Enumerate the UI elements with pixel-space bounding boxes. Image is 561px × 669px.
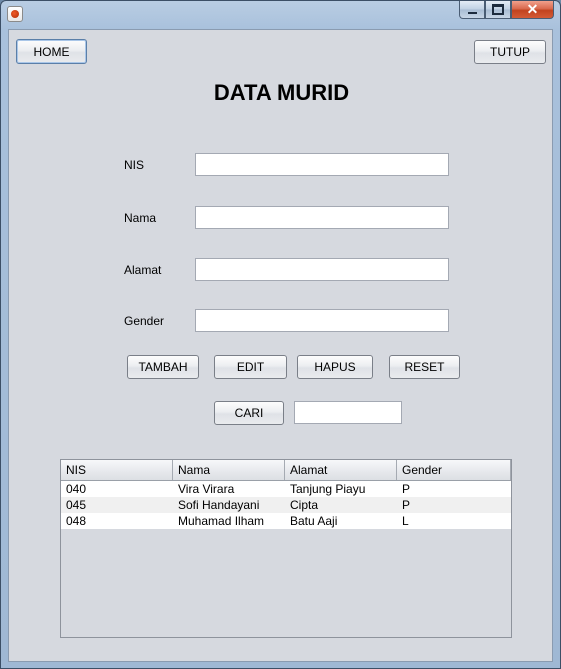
alamat-label: Alamat — [124, 263, 162, 277]
cell-gender: P — [402, 498, 411, 512]
table-body: 040 Vira Virara Tanjung Piayu P 045 Sofi… — [61, 481, 511, 529]
column-header-alamat[interactable]: Alamat — [285, 460, 397, 480]
delete-button[interactable]: HAPUS — [297, 355, 373, 379]
column-header-nis[interactable]: NIS — [61, 460, 173, 480]
cell-gender: P — [402, 482, 411, 496]
table-row[interactable]: 048 Muhamad Ilham Batu Aaji L — [61, 513, 511, 529]
cell-gender: L — [402, 514, 409, 528]
cell-nis: 048 — [66, 514, 87, 528]
title-bar[interactable]: ✕ — [1, 1, 560, 27]
nama-field[interactable] — [195, 206, 449, 229]
caption-buttons: ✕ — [459, 1, 554, 21]
app-window: ✕ HOME TUTUP DATA MURID NIS Nama Alamat … — [0, 0, 561, 669]
table-row[interactable]: 045 Sofi Handayani Cipta P — [61, 497, 511, 513]
nama-label: Nama — [124, 211, 157, 225]
maximize-icon — [492, 4, 504, 15]
cell-nis: 040 — [66, 482, 87, 496]
nis-field[interactable] — [195, 153, 449, 176]
reset-button[interactable]: RESET — [389, 355, 460, 379]
table-row[interactable]: 040 Vira Virara Tanjung Piayu P — [61, 481, 511, 497]
cell-nama: Vira Virara — [178, 482, 235, 496]
content-panel: HOME TUTUP DATA MURID NIS Nama Alamat Ge… — [8, 29, 553, 662]
cell-nama: Muhamad Ilham — [178, 514, 265, 528]
close-button[interactable]: ✕ — [511, 1, 554, 19]
students-table: NIS Nama Alamat Gender 040 Vira Virara T… — [60, 459, 512, 638]
cell-nama: Sofi Handayani — [178, 498, 260, 512]
cell-alamat: Cipta — [290, 498, 319, 512]
cell-nis: 045 — [66, 498, 87, 512]
java-app-icon — [7, 6, 23, 22]
maximize-button[interactable] — [485, 1, 511, 19]
column-header-gender[interactable]: Gender — [397, 460, 511, 480]
nis-label: NIS — [124, 158, 145, 172]
alamat-field[interactable] — [195, 258, 449, 281]
home-button[interactable]: HOME — [16, 39, 87, 64]
gender-field[interactable] — [195, 309, 449, 332]
close-icon: ✕ — [526, 1, 539, 17]
minimize-button[interactable] — [459, 1, 485, 19]
cell-alamat: Batu Aaji — [290, 514, 338, 528]
page-title: DATA MURID — [213, 80, 350, 105]
close-app-button[interactable]: TUTUP — [474, 40, 546, 64]
gender-label: Gender — [124, 314, 165, 328]
cell-alamat: Tanjung Piayu — [290, 482, 366, 496]
edit-button[interactable]: EDIT — [214, 355, 287, 379]
table-header: NIS Nama Alamat Gender — [61, 460, 511, 481]
search-input[interactable] — [294, 401, 402, 424]
add-button[interactable]: TAMBAH — [127, 355, 199, 379]
column-header-nama[interactable]: Nama — [173, 460, 285, 480]
minimize-icon — [467, 11, 477, 14]
search-button[interactable]: CARI — [214, 401, 284, 425]
